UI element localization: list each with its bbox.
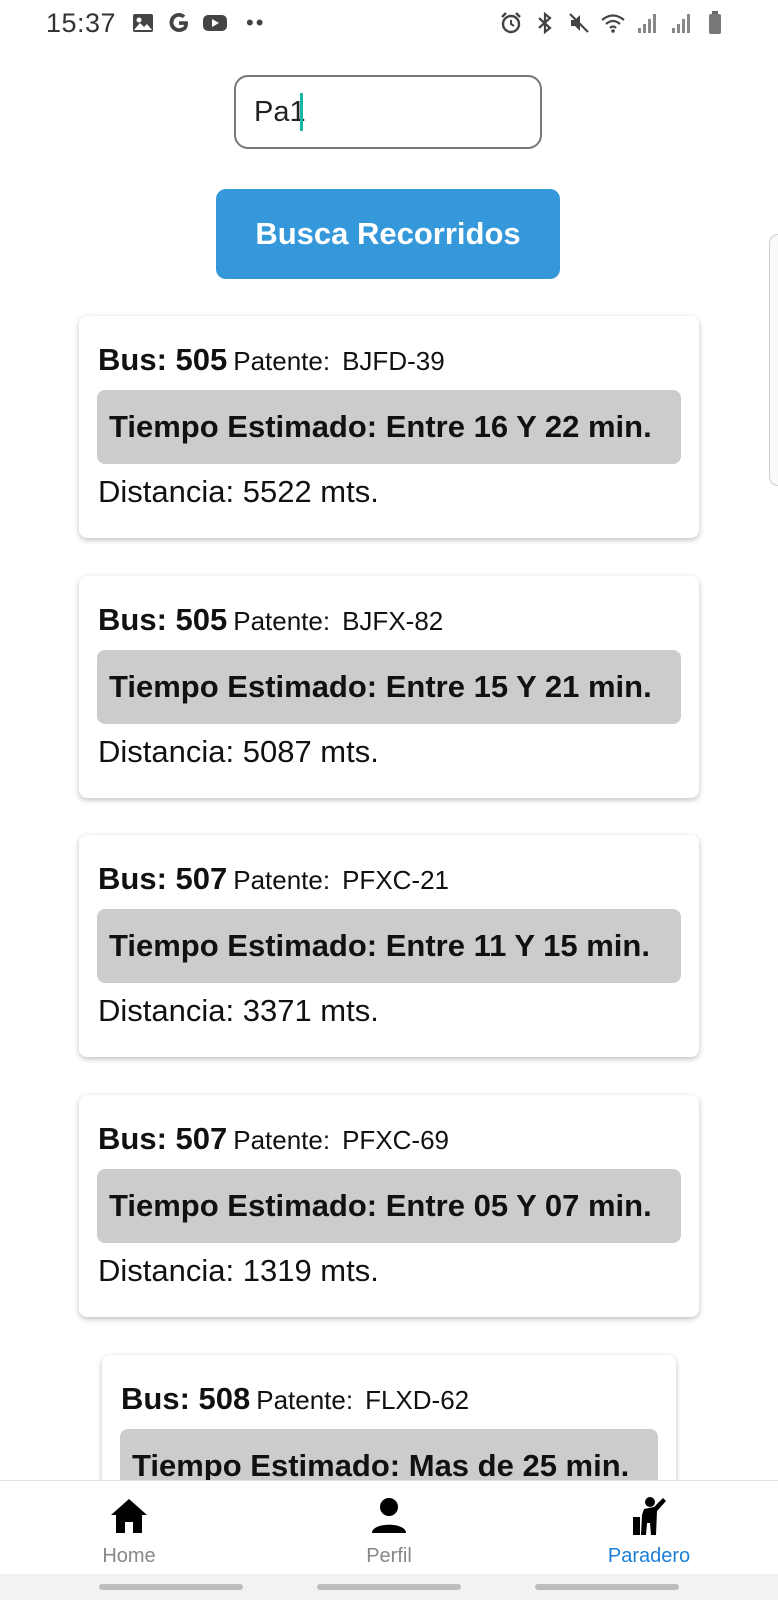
distance: Distancia: 1319 mts. bbox=[98, 1253, 379, 1288]
plate-number: FLXD-62 bbox=[365, 1385, 470, 1415]
bus-card[interactable]: Bus: 505 Patente: BJFX-82 Tiempo Estimado:… bbox=[79, 576, 699, 798]
card-header: Bus: 507 Patente: PFXC-69 bbox=[98, 1121, 449, 1157]
estimated-time: Tiempo Estimado: Mas de 25 min. bbox=[120, 1429, 658, 1480]
bus-number: Bus: 508 bbox=[121, 1381, 251, 1416]
patente-label: Patente: bbox=[233, 865, 331, 895]
plate-number: PFXC-69 bbox=[342, 1125, 450, 1155]
estimated-time: Tiempo Estimado: Entre 11 Y 15 min. bbox=[97, 909, 681, 983]
bottom-navigation: Home Perfil Paradero bbox=[0, 1480, 778, 1575]
card-header: Bus: 505 Patente: BJFX-82 bbox=[98, 602, 443, 638]
plate-number: BJFX-82 bbox=[342, 606, 444, 636]
home-icon bbox=[109, 1495, 149, 1537]
plate-number: BJFD-39 bbox=[342, 346, 445, 376]
recent-apps-button[interactable] bbox=[99, 1584, 243, 1590]
bus-number: Bus: 505 bbox=[98, 342, 228, 377]
nav-item-home[interactable]: Home bbox=[29, 1481, 229, 1575]
bus-card[interactable]: Bus: 507 Patente: PFXC-21 Tiempo Estimado:… bbox=[79, 835, 699, 1057]
distance: Distancia: 5087 mts. bbox=[98, 734, 379, 769]
home-gesture-button[interactable] bbox=[317, 1584, 461, 1590]
patente-label: Patente: bbox=[233, 346, 331, 376]
estimated-time: Tiempo Estimado: Entre 05 Y 07 min. bbox=[97, 1169, 681, 1243]
distance: Distancia: 3371 mts. bbox=[98, 993, 379, 1028]
bus-number: Bus: 505 bbox=[98, 602, 228, 637]
nav-label-home: Home bbox=[102, 1545, 156, 1567]
card-header: Bus: 505 Patente: BJFD-39 bbox=[98, 342, 445, 378]
bus-number: Bus: 507 bbox=[98, 861, 228, 896]
system-gesture-bar bbox=[0, 1574, 778, 1600]
nav-item-perfil[interactable]: Perfil bbox=[289, 1481, 489, 1575]
distance: Distancia: 5522 mts. bbox=[98, 474, 379, 509]
estimated-time: Tiempo Estimado: Entre 15 Y 21 min. bbox=[97, 650, 681, 724]
card-header: Bus: 508 Patente: FLXD-62 bbox=[121, 1381, 469, 1417]
plate-number: PFXC-21 bbox=[342, 865, 450, 895]
bus-card[interactable]: Bus: 507 Patente: PFXC-69 Tiempo Estimado:… bbox=[79, 1095, 699, 1317]
patente-label: Patente: bbox=[233, 606, 331, 636]
nav-item-paradero[interactable]: Paradero bbox=[549, 1481, 749, 1575]
card-header: Bus: 507 Patente: PFXC-21 bbox=[98, 861, 449, 897]
bus-stop-person-icon bbox=[630, 1495, 668, 1537]
back-gesture-button[interactable] bbox=[535, 1584, 679, 1590]
estimated-time: Tiempo Estimado: Entre 16 Y 22 min. bbox=[97, 390, 681, 464]
bus-card[interactable]: Bus: 508 Patente: FLXD-62 Tiempo Estimado:… bbox=[102, 1355, 676, 1480]
results-list[interactable]: Bus: 505 Patente: BJFD-39 Tiempo Estimado:… bbox=[0, 0, 778, 1480]
bus-number: Bus: 507 bbox=[98, 1121, 228, 1156]
nav-label-paradero: Paradero bbox=[607, 1545, 691, 1567]
patente-label: Patente: bbox=[233, 1125, 331, 1155]
person-icon bbox=[370, 1495, 408, 1537]
nav-label-perfil: Perfil bbox=[366, 1545, 412, 1567]
bus-card[interactable]: Bus: 505 Patente: BJFD-39 Tiempo Estimado:… bbox=[79, 316, 699, 538]
patente-label: Patente: bbox=[256, 1385, 354, 1415]
